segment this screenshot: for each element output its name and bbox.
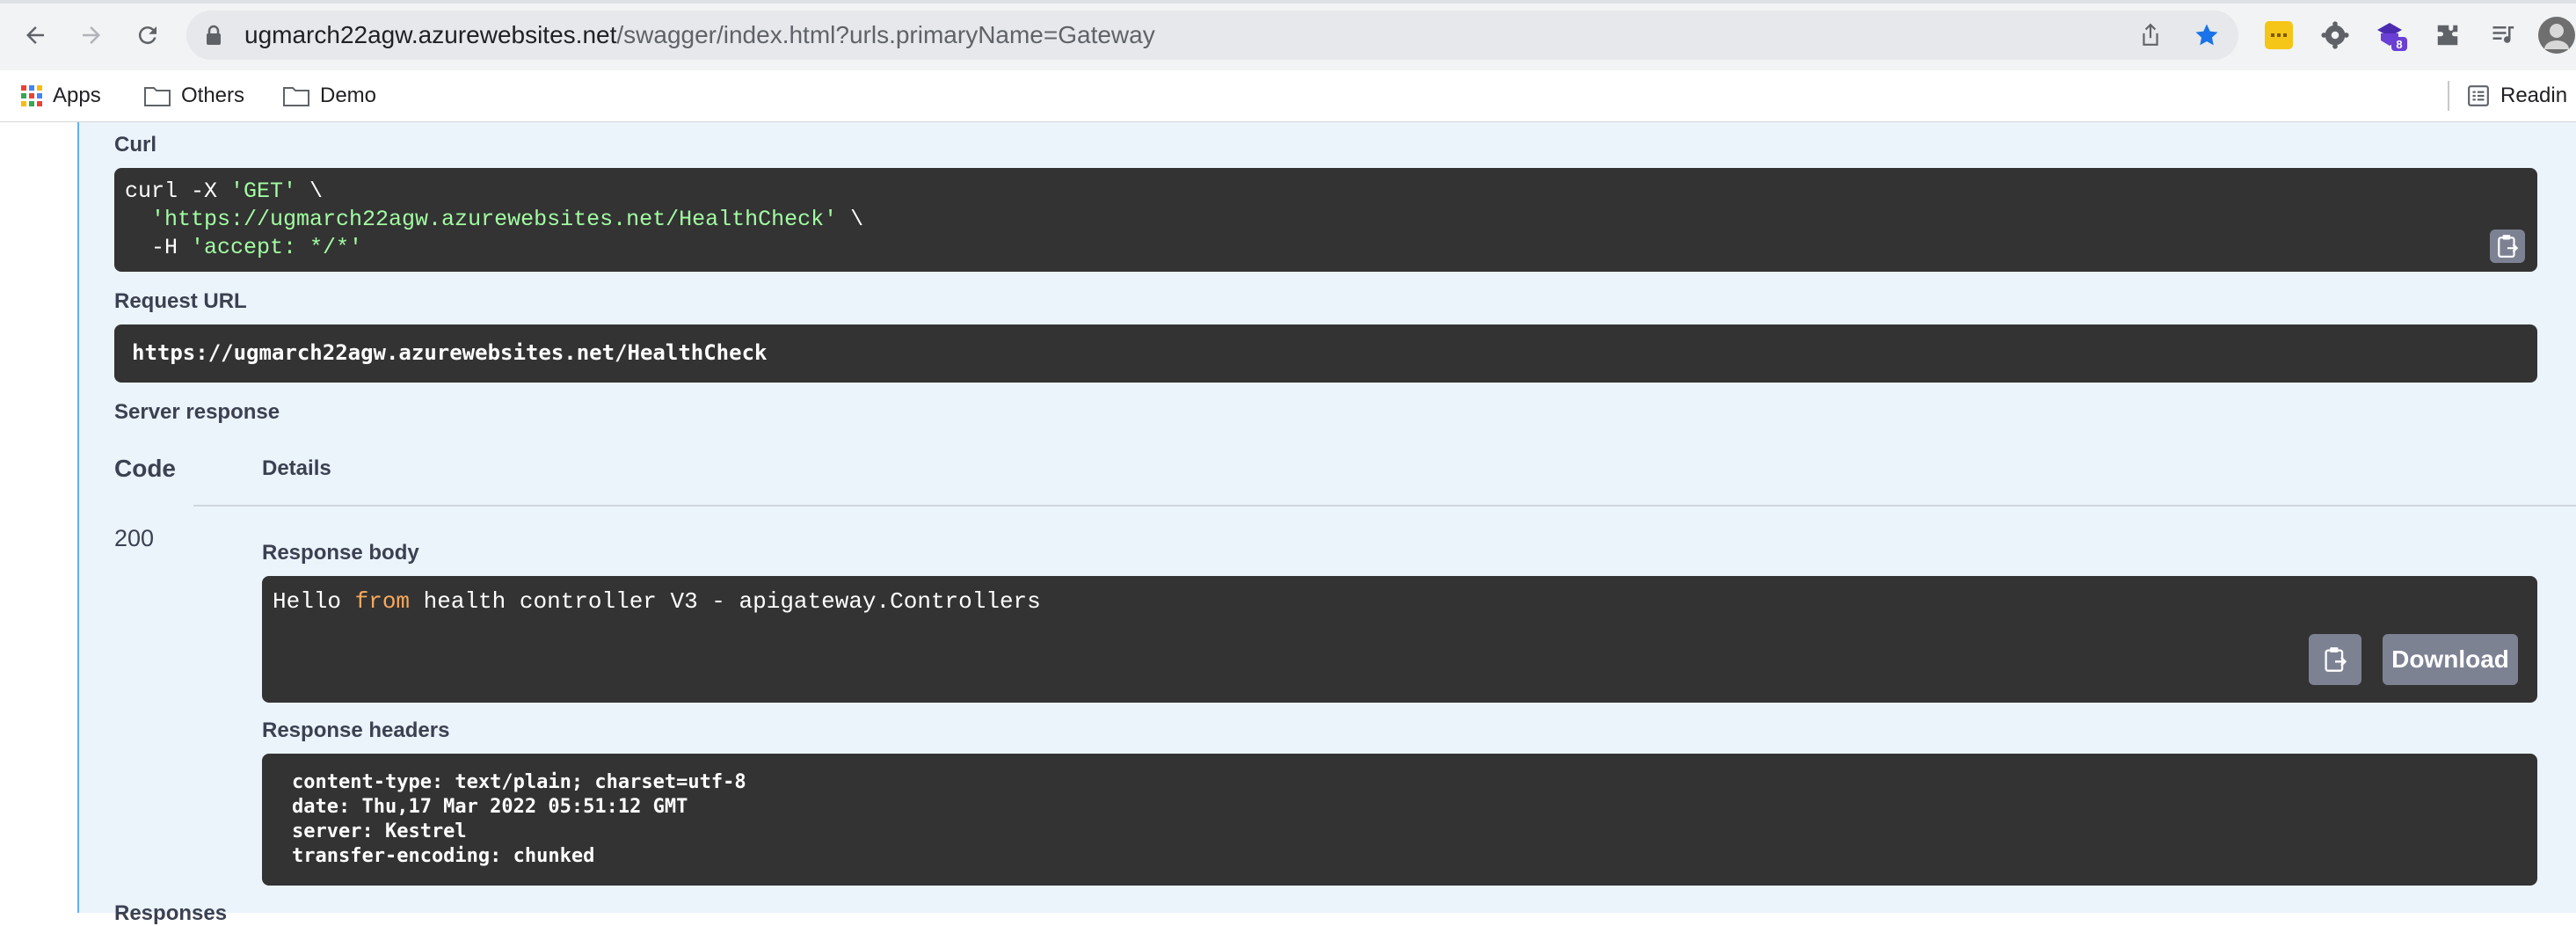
bookmark-star-icon[interactable]: [2193, 21, 2221, 49]
media-control-icon[interactable]: [2485, 16, 2523, 55]
reload-icon: [138, 26, 156, 45]
request-url-value: https://ugmarch22agw.azurewebsites.net/H…: [132, 340, 768, 365]
response-table-divider: [193, 505, 2576, 507]
lock-icon: [207, 25, 221, 45]
download-button[interactable]: Download: [2383, 634, 2518, 685]
curl-label: Curl: [114, 133, 156, 157]
address-bar[interactable]: ugmarch22agw.azurewebsites.net/swagger/i…: [186, 11, 2238, 60]
request-url-box[interactable]: https://ugmarch22agw.azurewebsites.net/H…: [114, 324, 2537, 383]
share-icon[interactable]: [2136, 21, 2165, 49]
folder-icon: [283, 87, 309, 106]
response-body-text: Hello from health controller V3 - apigat…: [273, 588, 1041, 615]
curl-line-1: curl -X 'GET' \: [125, 179, 324, 204]
folder-icon: [144, 87, 171, 106]
responses-section-label: Responses: [114, 901, 228, 925]
reload-button[interactable]: [125, 12, 171, 58]
response-body-box[interactable]: Hello from health controller V3 - apigat…: [262, 576, 2537, 703]
clipboard-icon: [2325, 647, 2347, 672]
response-body-label: Response body: [262, 541, 419, 565]
server-response-label: Server response: [114, 400, 280, 424]
response-status-code: 200: [114, 525, 155, 551]
clipboard-icon: [2498, 235, 2519, 258]
url-path: /swagger/index.html?urls.primaryName=Gat…: [616, 21, 1155, 48]
tab-strip-edge: [0, 0, 2576, 4]
swagger-page: Curl curl -X 'GET' \ 'https://ugmarch22a…: [0, 122, 2576, 925]
extension-yellow-icon[interactable]: [2259, 16, 2298, 55]
response-header-line: transfer-encoding: chunked: [292, 845, 595, 867]
response-headers-box[interactable]: content-type: text/plain; charset=utf-8 …: [262, 754, 2537, 886]
profile-avatar[interactable]: [2537, 16, 2576, 55]
curl-code-box[interactable]: curl -X 'GET' \ 'https://ugmarch22agw.az…: [114, 168, 2537, 272]
response-copy-button[interactable]: [2309, 634, 2361, 685]
forward-button[interactable]: [69, 12, 114, 58]
request-url-label: Request URL: [114, 289, 247, 313]
extensions-puzzle-icon[interactable]: [2428, 16, 2467, 55]
reading-list-icon: [2468, 85, 2489, 106]
reading-list-button[interactable]: Readin: [2467, 70, 2567, 121]
bookmark-demo-label: Demo: [320, 84, 377, 107]
bookmarks-bar: Apps Others Demo Readin: [0, 70, 2576, 122]
code-column-header: Code: [114, 455, 176, 482]
response-header-line: date: Thu,17 Mar 2022 05:51:12 GMT: [292, 796, 688, 818]
response-headers-label: Response headers: [262, 718, 450, 742]
apps-grid-icon: [21, 85, 42, 106]
curl-copy-button[interactable]: [2490, 230, 2525, 263]
arrow-right-icon: [83, 26, 100, 44]
bookmark-apps[interactable]: Apps: [21, 70, 101, 121]
back-button[interactable]: [12, 12, 58, 58]
bookmarks-separator: [2448, 81, 2449, 111]
details-column-header: Details: [262, 456, 331, 480]
response-header-line: content-type: text/plain; charset=utf-8: [292, 771, 746, 793]
curl-line-3: -H 'accept: */*': [125, 235, 363, 260]
url-text: ugmarch22agw.azurewebsites.net/swagger/i…: [244, 11, 1155, 60]
arrow-left-icon: [26, 26, 44, 44]
browser-toolbar: ugmarch22agw.azurewebsites.net/swagger/i…: [0, 0, 2576, 70]
operation-block: Curl curl -X 'GET' \ 'https://ugmarch22a…: [77, 122, 2576, 925]
response-header-line: server: Kestrel: [292, 820, 467, 842]
bookmark-folder-others[interactable]: Others: [144, 70, 244, 121]
bookmark-others-label: Others: [181, 84, 245, 107]
curl-line-2: 'https://ugmarch22agw.azurewebsites.net/…: [125, 207, 864, 232]
bookmark-apps-label: Apps: [53, 84, 101, 107]
reading-list-label: Readin: [2500, 84, 2568, 107]
url-host: ugmarch22agw.azurewebsites.net: [244, 21, 617, 48]
extension-purple-icon[interactable]: 8: [2372, 16, 2411, 55]
extension-gear-icon[interactable]: [2316, 16, 2354, 55]
bookmark-folder-demo[interactable]: Demo: [283, 70, 376, 121]
extension-badge: 8: [2396, 38, 2402, 51]
